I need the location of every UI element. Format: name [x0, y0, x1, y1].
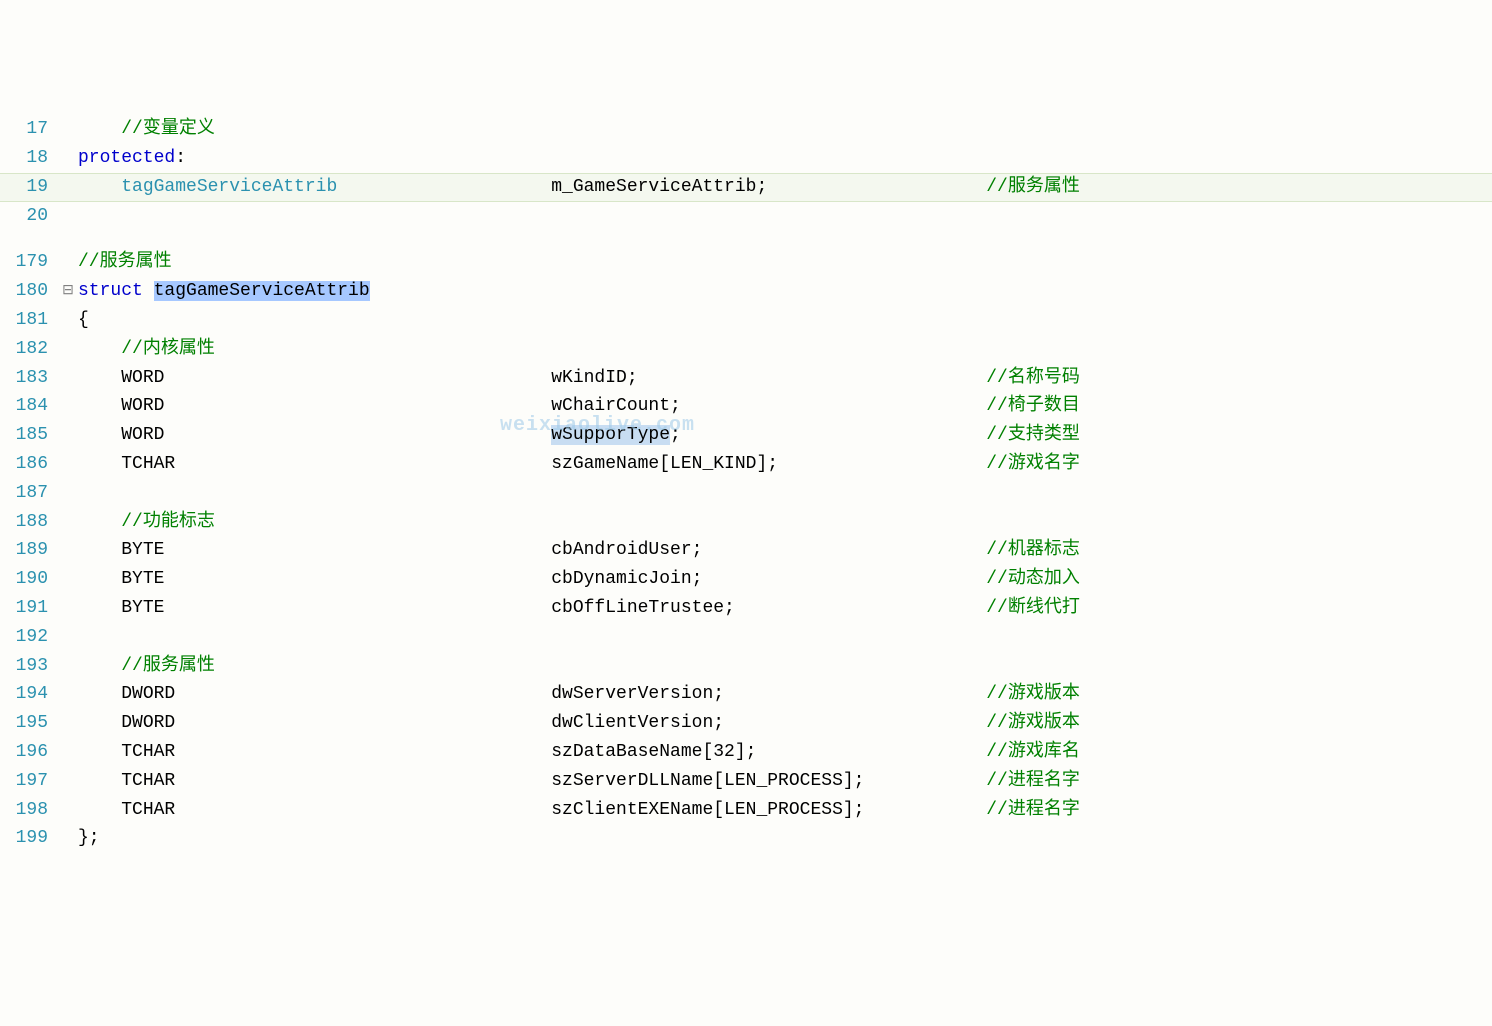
line-number: 192: [0, 623, 58, 652]
code-content[interactable]: //变量定义: [78, 115, 1492, 144]
code-content[interactable]: TCHARszServerDLLName[LEN_PROCESS];//进程名字: [78, 767, 1492, 796]
code-content[interactable]: BYTEcbAndroidUser;//机器标志: [78, 536, 1492, 565]
code-line[interactable]: 185 WORDwSupporType;//支持类型: [0, 421, 1492, 450]
code-content[interactable]: TCHARszClientEXEName[LEN_PROCESS];//进程名字: [78, 796, 1492, 825]
line-number: 193: [0, 652, 58, 681]
line-number: 182: [0, 335, 58, 364]
code-line[interactable]: 199};: [0, 824, 1492, 853]
line-number: 189: [0, 536, 58, 565]
line-number: 180: [0, 277, 58, 306]
block-gap: [0, 230, 1492, 248]
code-content[interactable]: protected:: [78, 144, 1492, 173]
code-line[interactable]: 18 protected:: [0, 144, 1492, 173]
code-content[interactable]: //内核属性: [78, 335, 1492, 364]
code-line[interactable]: 183 WORDwKindID;//名称号码: [0, 364, 1492, 393]
line-number: 20: [0, 202, 58, 231]
code-content[interactable]: WORDwChairCount;//椅子数目: [78, 392, 1492, 421]
code-line[interactable]: 19 tagGameServiceAttribm_GameServiceAttr…: [0, 173, 1492, 202]
code-content[interactable]: struct tagGameServiceAttrib: [78, 277, 1492, 306]
line-number: 184: [0, 392, 58, 421]
code-line[interactable]: 179 //服务属性: [0, 248, 1492, 277]
code-line[interactable]: 17 //变量定义: [0, 115, 1492, 144]
code-content[interactable]: //功能标志: [78, 508, 1492, 537]
code-content[interactable]: //服务属性: [78, 248, 1492, 277]
code-block-2: 179//服务属性180⊟struct tagGameServiceAttrib…: [0, 248, 1492, 853]
code-content[interactable]: WORDwKindID;//名称号码: [78, 364, 1492, 393]
code-line[interactable]: 197 TCHARszServerDLLName[LEN_PROCESS];//…: [0, 767, 1492, 796]
line-number: 19: [0, 173, 58, 202]
code-line[interactable]: 195 DWORDdwClientVersion;//游戏版本: [0, 709, 1492, 738]
code-line[interactable]: 191 BYTEcbOffLineTrustee;//断线代打: [0, 594, 1492, 623]
code-block-1: 17 //变量定义18protected:19 tagGameServiceAt…: [0, 115, 1492, 230]
code-line[interactable]: 180⊟struct tagGameServiceAttrib: [0, 277, 1492, 306]
code-line[interactable]: 20: [0, 202, 1492, 231]
line-number: 186: [0, 450, 58, 479]
line-number: 190: [0, 565, 58, 594]
code-line[interactable]: 198 TCHARszClientEXEName[LEN_PROCESS];//…: [0, 796, 1492, 825]
code-line[interactable]: 193 //服务属性: [0, 652, 1492, 681]
code-content[interactable]: };: [78, 824, 1492, 853]
line-number: 183: [0, 364, 58, 393]
code-line[interactable]: 186 TCHARszGameName[LEN_KIND];//游戏名字: [0, 450, 1492, 479]
line-number: 195: [0, 709, 58, 738]
line-number: 188: [0, 508, 58, 537]
code-content[interactable]: tagGameServiceAttribm_GameServiceAttrib;…: [78, 173, 1492, 202]
code-line[interactable]: 196 TCHARszDataBaseName[32];//游戏库名: [0, 738, 1492, 767]
code-line[interactable]: 187: [0, 479, 1492, 508]
line-number: 17: [0, 115, 58, 144]
code-content[interactable]: BYTEcbDynamicJoin;//动态加入: [78, 565, 1492, 594]
code-editor[interactable]: 17 //变量定义18protected:19 tagGameServiceAt…: [0, 115, 1492, 853]
line-number: 187: [0, 479, 58, 508]
code-line[interactable]: 181 {: [0, 306, 1492, 335]
code-line[interactable]: 184 WORDwChairCount;//椅子数目: [0, 392, 1492, 421]
code-content[interactable]: BYTEcbOffLineTrustee;//断线代打: [78, 594, 1492, 623]
code-content[interactable]: TCHARszDataBaseName[32];//游戏库名: [78, 738, 1492, 767]
line-number: 197: [0, 767, 58, 796]
code-line[interactable]: 194 DWORDdwServerVersion;//游戏版本: [0, 680, 1492, 709]
code-line[interactable]: 182 //内核属性: [0, 335, 1492, 364]
fold-toggle-icon[interactable]: ⊟: [58, 280, 78, 302]
line-number: 194: [0, 680, 58, 709]
line-number: 181: [0, 306, 58, 335]
code-line[interactable]: 189 BYTEcbAndroidUser;//机器标志: [0, 536, 1492, 565]
code-line[interactable]: 190 BYTEcbDynamicJoin;//动态加入: [0, 565, 1492, 594]
line-number: 199: [0, 824, 58, 853]
line-number: 196: [0, 738, 58, 767]
line-number: 198: [0, 796, 58, 825]
line-number: 18: [0, 144, 58, 173]
line-number: 191: [0, 594, 58, 623]
code-line[interactable]: 192: [0, 623, 1492, 652]
code-content[interactable]: TCHARszGameName[LEN_KIND];//游戏名字: [78, 450, 1492, 479]
code-content[interactable]: {: [78, 306, 1492, 335]
line-number: 185: [0, 421, 58, 450]
line-number: 179: [0, 248, 58, 277]
code-content[interactable]: WORDwSupporType;//支持类型: [78, 421, 1492, 450]
code-content[interactable]: DWORDdwServerVersion;//游戏版本: [78, 680, 1492, 709]
code-content[interactable]: //服务属性: [78, 652, 1492, 681]
code-content[interactable]: DWORDdwClientVersion;//游戏版本: [78, 709, 1492, 738]
code-line[interactable]: 188 //功能标志: [0, 508, 1492, 537]
